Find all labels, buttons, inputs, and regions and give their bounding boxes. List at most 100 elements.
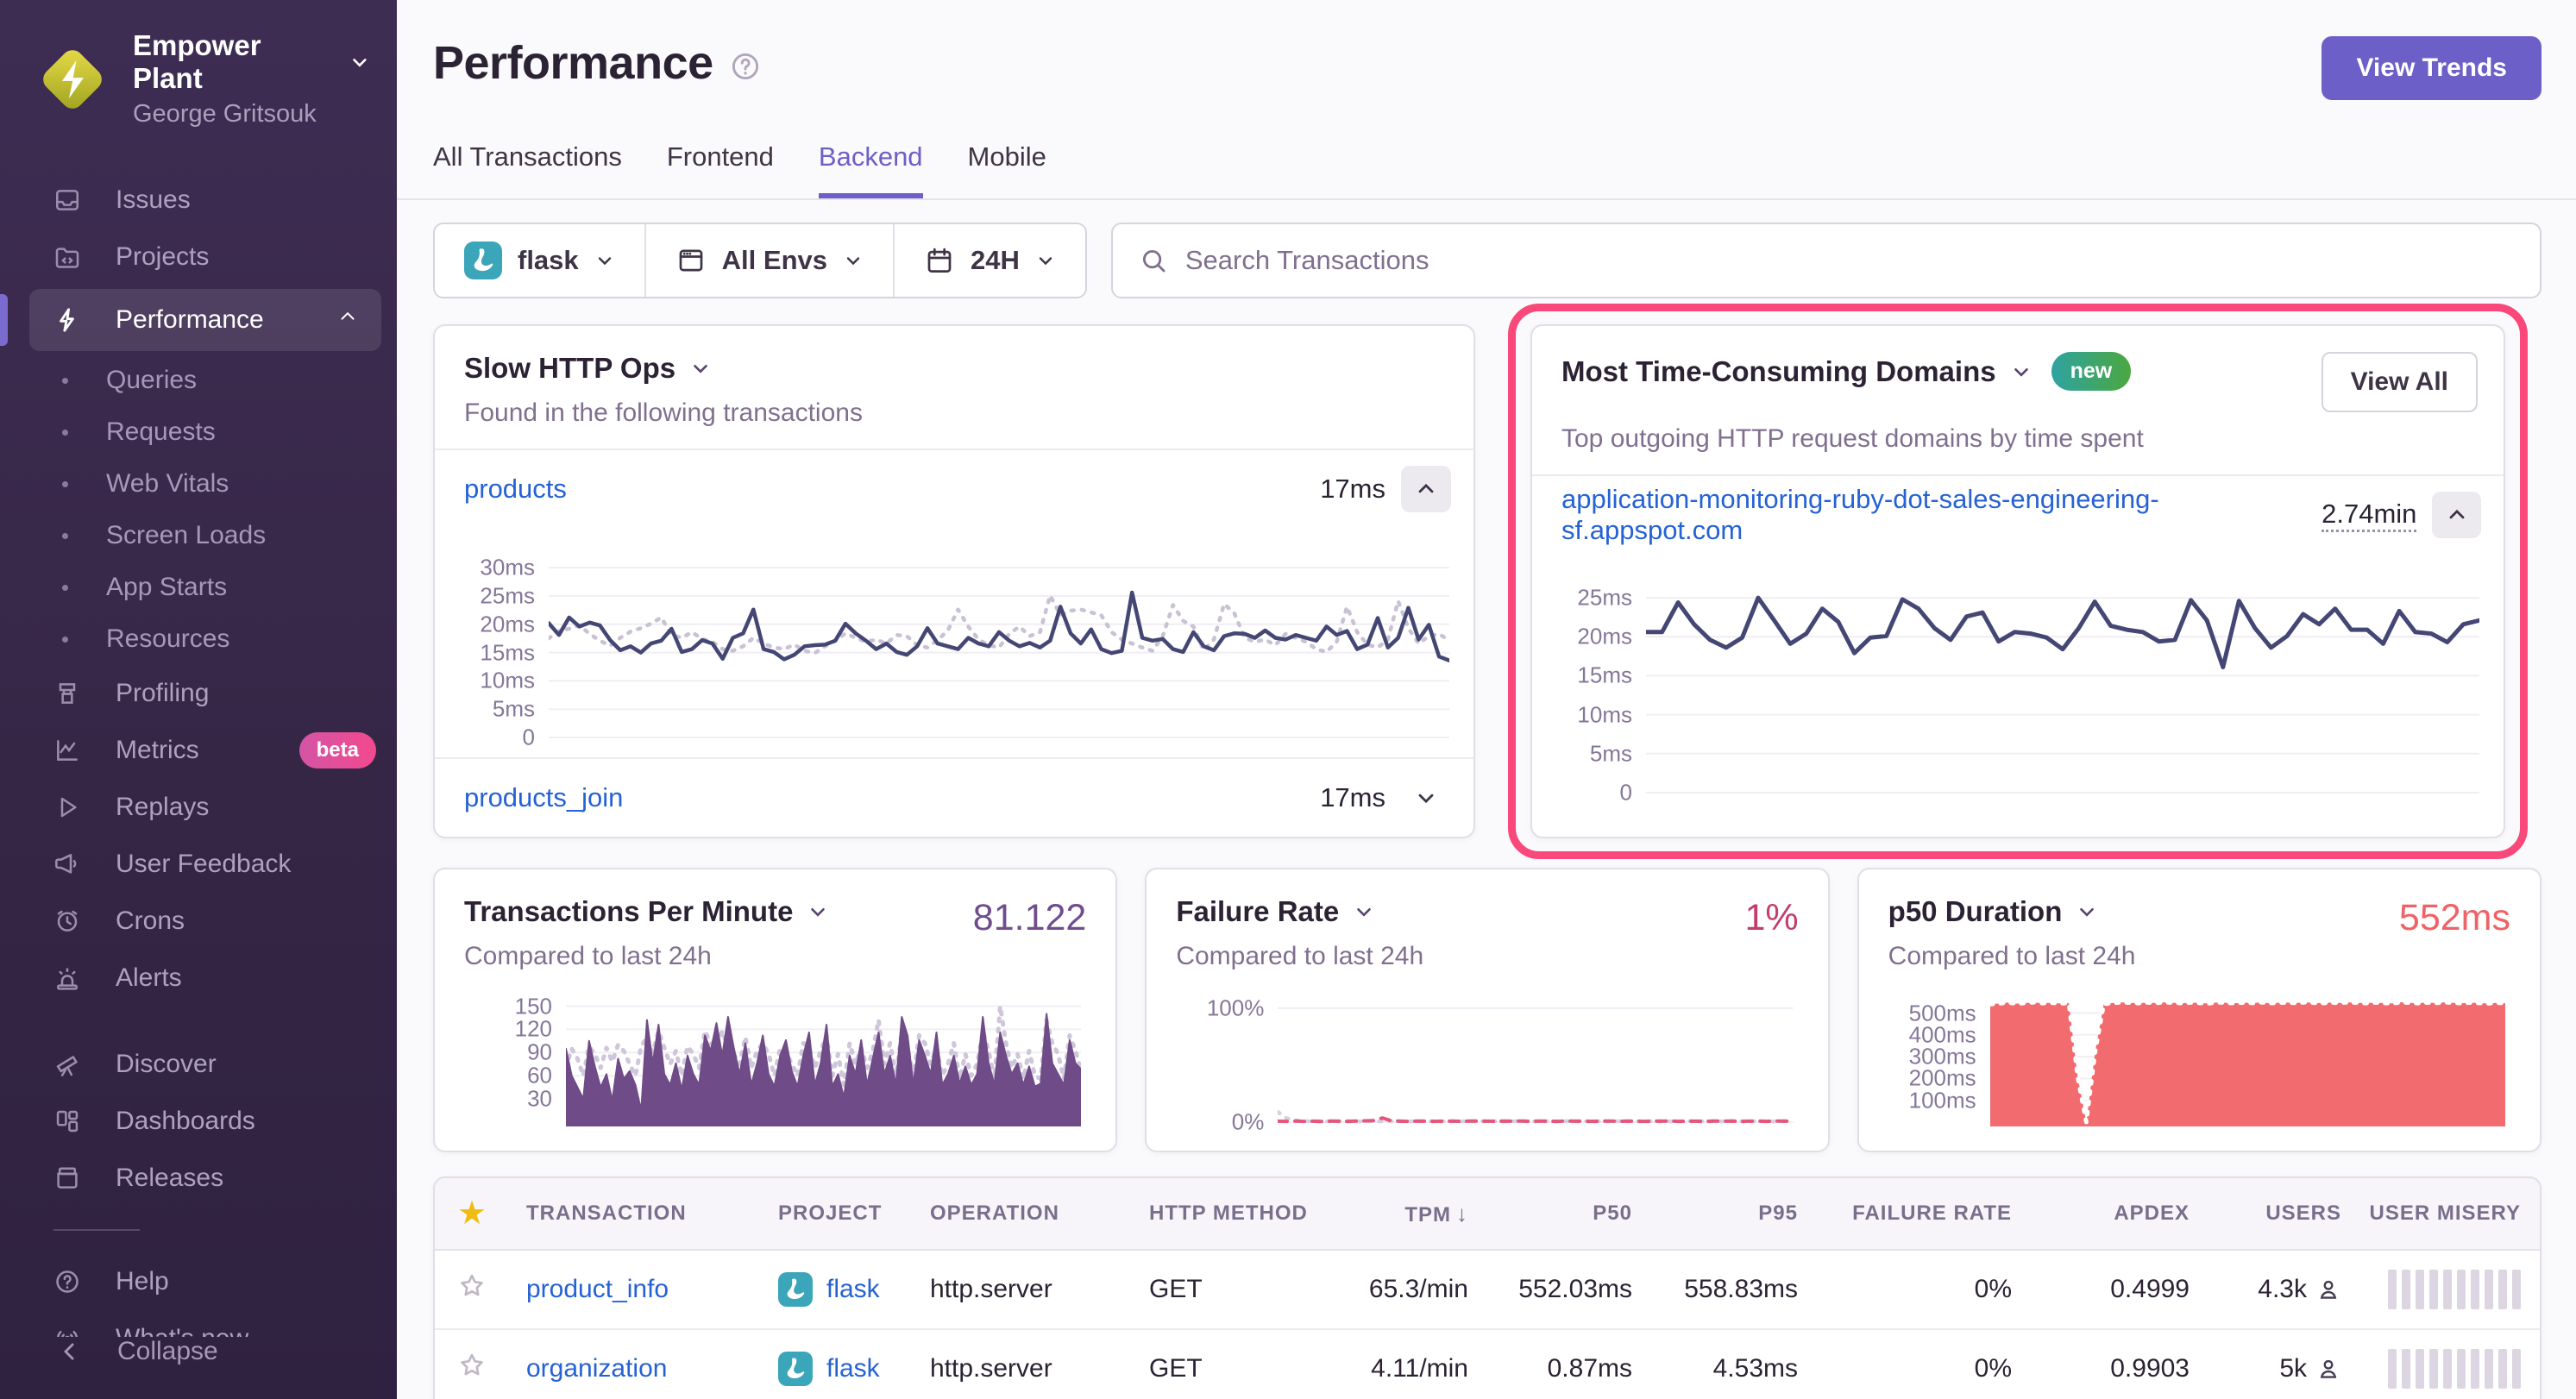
tab-all-transactions[interactable]: All Transactions xyxy=(433,141,622,198)
project-link[interactable]: flask xyxy=(826,1354,880,1383)
sidebar-item-dashboards[interactable]: Dashboards xyxy=(0,1093,397,1150)
sidebar-item-screen-loads[interactable]: Screen Loads xyxy=(0,510,397,561)
sidebar-item-help[interactable]: Help xyxy=(0,1253,397,1310)
failure-rate-subtitle: Compared to last 24h xyxy=(1176,942,1423,971)
collapse-label: Collapse xyxy=(117,1337,218,1366)
alerts-icon xyxy=(53,964,81,992)
user-icon xyxy=(2315,1277,2341,1302)
failure-rate-panel: Failure Rate Compared to last 24h 1% 100… xyxy=(1145,868,1829,1152)
p50-cell: 0.87ms xyxy=(1468,1354,1632,1383)
page-content: flask All Envs 24H xyxy=(397,200,2576,1399)
sidebar-item-profiling[interactable]: Profiling xyxy=(0,665,397,722)
domain-time-spent[interactable]: 2.74min xyxy=(2322,499,2416,532)
sidebar-item-user-feedback[interactable]: User Feedback xyxy=(0,836,397,893)
sidebar-item-projects[interactable]: Projects xyxy=(0,229,397,285)
sidebar-item-metrics[interactable]: Metricsbeta xyxy=(0,722,397,779)
axis-tick-label: 20ms xyxy=(480,611,535,637)
column-header-p50[interactable]: P50 xyxy=(1468,1201,1632,1226)
sidebar-item-app-starts[interactable]: App Starts xyxy=(0,561,397,613)
sidebar-item-queries[interactable]: Queries xyxy=(0,354,397,406)
page-title: Performance xyxy=(433,36,713,90)
date-range-filter-value: 24H xyxy=(971,245,1020,276)
products-duration: 17ms xyxy=(1320,474,1385,505)
releases-icon xyxy=(53,1164,81,1192)
column-header-users[interactable]: USERS xyxy=(2190,1201,2341,1226)
chevron-down-icon[interactable] xyxy=(689,357,712,380)
transaction-row-products-join: products_join 17ms xyxy=(435,759,1473,837)
axis-tick-label: 0% xyxy=(1232,1109,1265,1136)
org-text: Empower Plant George Gritsouk xyxy=(133,29,371,129)
sidebar-item-what-s-new[interactable]: What's new xyxy=(0,1310,397,1337)
axis-tick-label: 0 xyxy=(1620,780,1632,806)
transaction-link[interactable]: organization xyxy=(526,1354,667,1383)
products-link[interactable]: products xyxy=(464,474,567,505)
environment-filter-button[interactable]: All Envs xyxy=(644,224,893,297)
help-question-icon[interactable] xyxy=(729,50,762,83)
expand-row-button[interactable] xyxy=(1401,775,1451,821)
page-filters: flask All Envs 24H xyxy=(433,223,1087,298)
column-header-project[interactable]: PROJECT xyxy=(778,1201,930,1226)
sidebar-item-resources[interactable]: Resources xyxy=(0,613,397,665)
bullet-icon xyxy=(62,533,68,539)
bullet-icon xyxy=(62,637,68,643)
search-transactions-input[interactable] xyxy=(1185,245,2514,276)
chevron-down-icon xyxy=(349,51,371,73)
column-header-operation[interactable]: OPERATION xyxy=(930,1201,1149,1226)
star-filled-icon[interactable]: ★ xyxy=(457,1197,526,1230)
sidebar-item-replays[interactable]: Replays xyxy=(0,779,397,836)
org-name: Empower Plant xyxy=(133,29,336,95)
view-all-button[interactable]: View All xyxy=(2322,352,2478,412)
column-header-failure[interactable]: FAILURE RATE xyxy=(1798,1201,2012,1226)
sidebar-item-alerts[interactable]: Alerts xyxy=(0,950,397,1007)
org-switcher[interactable]: Empower Plant George Gritsouk xyxy=(0,29,397,137)
project-link[interactable]: flask xyxy=(826,1275,880,1304)
sidebar-item-issues[interactable]: Issues xyxy=(0,172,397,229)
sidebar-item-releases[interactable]: Releases xyxy=(0,1150,397,1207)
domain-link[interactable]: application-monitoring-ruby-dot-sales-en… xyxy=(1561,484,2322,546)
metrics-icon xyxy=(53,737,81,764)
project-filter-button[interactable]: flask xyxy=(435,224,644,297)
sentry-org-logo-icon xyxy=(31,38,114,121)
star-outline-icon[interactable] xyxy=(457,1271,526,1308)
column-header-method[interactable]: HTTP METHOD xyxy=(1149,1201,1348,1226)
http-method-cell: GET xyxy=(1149,1275,1348,1304)
sidebar-item-discover[interactable]: Discover xyxy=(0,1036,397,1093)
p50-duration-value: 552ms xyxy=(2399,897,2510,971)
axis-tick-label: 25ms xyxy=(1577,585,1632,612)
sidebar-item-performance[interactable]: Performance xyxy=(0,289,381,351)
chevron-down-icon[interactable] xyxy=(2076,900,2098,923)
column-header-misery[interactable]: USER MISERY xyxy=(2341,1201,2521,1226)
crons-icon xyxy=(53,907,81,935)
tab-mobile[interactable]: Mobile xyxy=(968,141,1046,198)
chevron-down-icon[interactable] xyxy=(2010,361,2033,383)
chevron-down-icon[interactable] xyxy=(1353,900,1375,923)
transaction-link[interactable]: product_info xyxy=(526,1275,669,1303)
column-header-apdex[interactable]: APDEX xyxy=(2012,1201,2190,1226)
column-header-tpm[interactable]: TPM↓ xyxy=(1348,1201,1468,1227)
dashboards-icon xyxy=(53,1107,81,1135)
column-header-p95[interactable]: P95 xyxy=(1632,1201,1798,1226)
p50-area-chart xyxy=(1990,988,2505,1126)
p50-duration-chart: 500ms400ms300ms200ms100ms xyxy=(1888,971,2510,1132)
collapse-row-button[interactable] xyxy=(1401,466,1451,512)
column-header-transaction[interactable]: TRANSACTION xyxy=(526,1201,778,1226)
sidebar-collapse-button[interactable]: Collapse xyxy=(0,1337,397,1399)
sidebar-item-crons[interactable]: Crons xyxy=(0,893,397,950)
view-trends-button[interactable]: View Trends xyxy=(2322,36,2541,100)
tab-frontend[interactable]: Frontend xyxy=(667,141,774,198)
date-range-filter-button[interactable]: 24H xyxy=(893,224,1085,297)
discover-icon xyxy=(53,1051,81,1078)
tab-backend[interactable]: Backend xyxy=(819,141,923,198)
sidebar-item-web-vitals[interactable]: Web Vitals xyxy=(0,458,397,510)
domains-panel-wrapper: Most Time-Consuming Domains new View All… xyxy=(1530,324,2505,838)
beta-badge: beta xyxy=(299,732,376,769)
replays-icon xyxy=(53,794,81,821)
y-axis-labels: 150120906030 xyxy=(464,988,566,1126)
collapse-row-button[interactable] xyxy=(2432,492,2481,538)
star-outline-icon[interactable] xyxy=(457,1351,526,1387)
products-join-link[interactable]: products_join xyxy=(464,782,623,813)
sidebar-item-requests[interactable]: Requests xyxy=(0,406,397,458)
chevron-down-icon[interactable] xyxy=(807,900,829,923)
search-icon xyxy=(1139,246,1168,275)
project-cell: flask xyxy=(778,1352,930,1386)
